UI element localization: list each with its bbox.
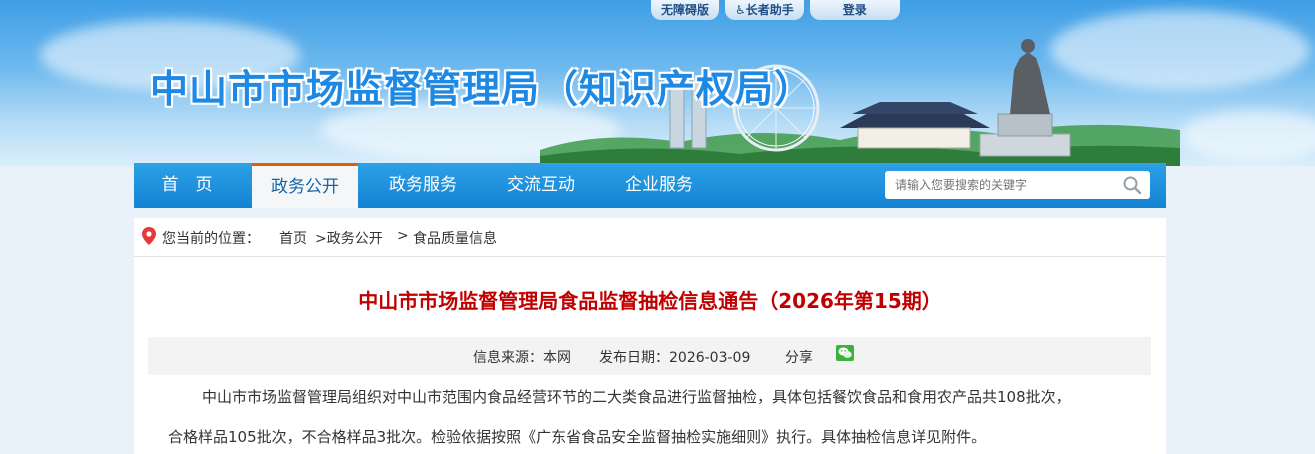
article-paragraph-line: 合格样品105批次，不合格样品3批次。检验依据按照《广东省食品安全监督抽检实施细… xyxy=(168,428,987,446)
location-pin-icon xyxy=(142,227,156,245)
wechat-share-icon[interactable] xyxy=(836,345,854,361)
nav-item-government-affairs[interactable]: 政务公开 xyxy=(252,163,358,208)
search-input[interactable] xyxy=(885,171,1115,199)
article-title: 中山市市场监督管理局食品监督抽检信息通告（2026年第15期） xyxy=(358,289,942,313)
site-title: 中山市市场监督管理局（知识产权局） xyxy=(150,67,814,111)
elder-icon: ♿︎ xyxy=(735,3,746,17)
content-panel: 您当前的位置： 首页 >政务公开 > 食品质量信息 中山市市场监督管理局食品监督… xyxy=(134,218,1166,454)
nav-item-interaction[interactable]: 交流互动 xyxy=(488,163,594,208)
article-date: 发布日期：2026-03-09 xyxy=(599,350,751,366)
nav-item-home[interactable]: 首 页 xyxy=(134,163,240,208)
breadcrumb-government-affairs[interactable]: >政务公开 xyxy=(315,228,383,248)
breadcrumb-separator: > xyxy=(397,228,409,244)
top-utility-links: 无障碍版 ♿︎长者助手 登录 xyxy=(651,0,900,20)
search-icon[interactable] xyxy=(1122,175,1142,195)
accessibility-link[interactable]: 无障碍版 xyxy=(651,0,720,20)
nav-item-enterprise-services[interactable]: 企业服务 xyxy=(606,163,712,208)
elder-assistant-label: 长者助手 xyxy=(745,3,794,17)
share-label: 分享 xyxy=(785,350,813,366)
nav-item-government-services[interactable]: 政务服务 xyxy=(370,163,476,208)
elder-assistant-link[interactable]: ♿︎长者助手 xyxy=(725,0,804,20)
breadcrumb-food-quality[interactable]: 食品质量信息 xyxy=(413,228,497,248)
article-paragraph-line: 中山市市场监督管理局组织对中山市范围内食品经营环节的二大类食品进行监督抽检，具体… xyxy=(202,388,1071,406)
cloud-decoration xyxy=(1180,110,1315,160)
search-box xyxy=(885,171,1150,199)
header-banner: 无障碍版 ♿︎长者助手 登录 中山市市场监督管理局（知识产权局） xyxy=(0,0,1315,166)
article-meta-bar: 信息来源：本网 发布日期：2026-03-09 分享 xyxy=(148,337,1151,375)
breadcrumb-home[interactable]: 首页 xyxy=(279,228,307,248)
breadcrumb: 您当前的位置： 首页 >政务公开 > 食品质量信息 xyxy=(134,218,1166,257)
article-source: 信息来源：本网 xyxy=(473,350,571,366)
login-link[interactable]: 登录 xyxy=(809,0,900,20)
breadcrumb-prefix: 您当前的位置： xyxy=(162,231,260,247)
